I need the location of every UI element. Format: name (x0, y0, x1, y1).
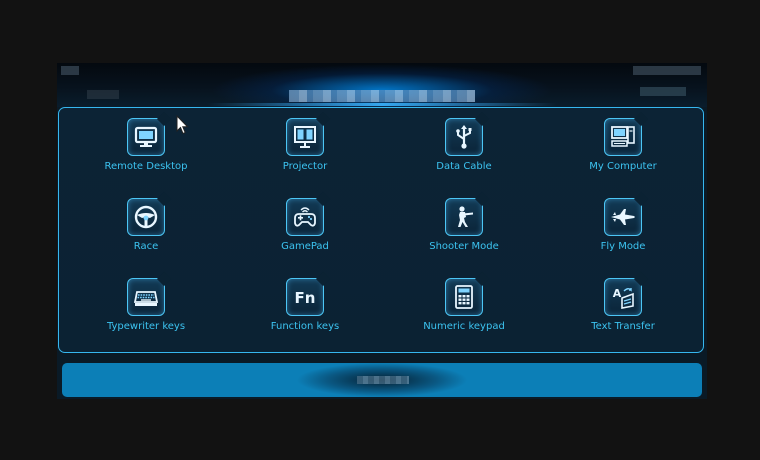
mode-label: Function keys (270, 321, 340, 332)
mode-tile-typewriter-keys[interactable]: Typewriter keys (66, 270, 226, 342)
projector-icon (286, 118, 324, 156)
fn-glyph: Fn (295, 289, 316, 307)
mode-label: My Computer (589, 161, 657, 172)
monitor-icon (127, 118, 165, 156)
mode-tile-text-transfer[interactable]: A Text Transfer (543, 270, 703, 342)
mode-tile-fly-mode[interactable]: Fly Mode (543, 190, 703, 262)
jet-icon (604, 198, 642, 236)
bottom-action-bar[interactable] (62, 363, 702, 397)
header-bar (57, 63, 707, 107)
mode-label: Data Cable (436, 161, 492, 172)
app-window: Remote Desktop Projector Data Cable My C… (57, 63, 707, 399)
text-transfer-glyph: A (613, 287, 622, 300)
mode-tile-race[interactable]: Race (66, 190, 226, 262)
mode-label: Remote Desktop (104, 161, 188, 172)
mode-tile-data-cable[interactable]: Data Cable (384, 110, 544, 182)
mouse-cursor-icon (176, 115, 189, 135)
mode-tile-numeric-keypad[interactable]: Numeric keypad (384, 270, 544, 342)
mode-grid-panel: Remote Desktop Projector Data Cable My C… (58, 107, 704, 353)
gamepad-icon (286, 198, 324, 236)
mode-tile-gamepad[interactable]: GamePad (225, 190, 385, 262)
mode-label: Race (133, 241, 159, 252)
text-transfer-icon: A (604, 278, 642, 316)
mode-label: Projector (282, 161, 328, 172)
mode-tile-function-keys[interactable]: Fn Function keys (225, 270, 385, 342)
mode-label: Typewriter keys (106, 321, 186, 332)
header-title-blurred (289, 90, 475, 102)
keyboard-icon (127, 278, 165, 316)
mode-tile-my-computer[interactable]: My Computer (543, 110, 703, 182)
calculator-icon (445, 278, 483, 316)
mode-tile-remote-desktop[interactable]: Remote Desktop (66, 110, 226, 182)
mode-label: GamePad (281, 241, 329, 252)
mode-tile-shooter-mode[interactable]: Shooter Mode (384, 190, 544, 262)
computer-icon (604, 118, 642, 156)
mode-label: Fly Mode (600, 241, 646, 252)
blurred-status-left-2 (87, 90, 119, 99)
fn-key-icon: Fn (286, 278, 324, 316)
blurred-status-right (633, 66, 701, 75)
header-glow (207, 103, 557, 106)
mode-label: Shooter Mode (429, 241, 499, 252)
usb-icon (445, 118, 483, 156)
steering-wheel-icon (127, 198, 165, 236)
mode-label: Text Transfer (591, 321, 655, 332)
blurred-status-right-2 (640, 87, 686, 96)
bottom-bar-label-blurred (357, 376, 409, 384)
mode-label: Numeric keypad (423, 321, 505, 332)
shooter-icon (445, 198, 483, 236)
mode-tile-projector[interactable]: Projector (225, 110, 385, 182)
blurred-status-left (61, 66, 79, 75)
